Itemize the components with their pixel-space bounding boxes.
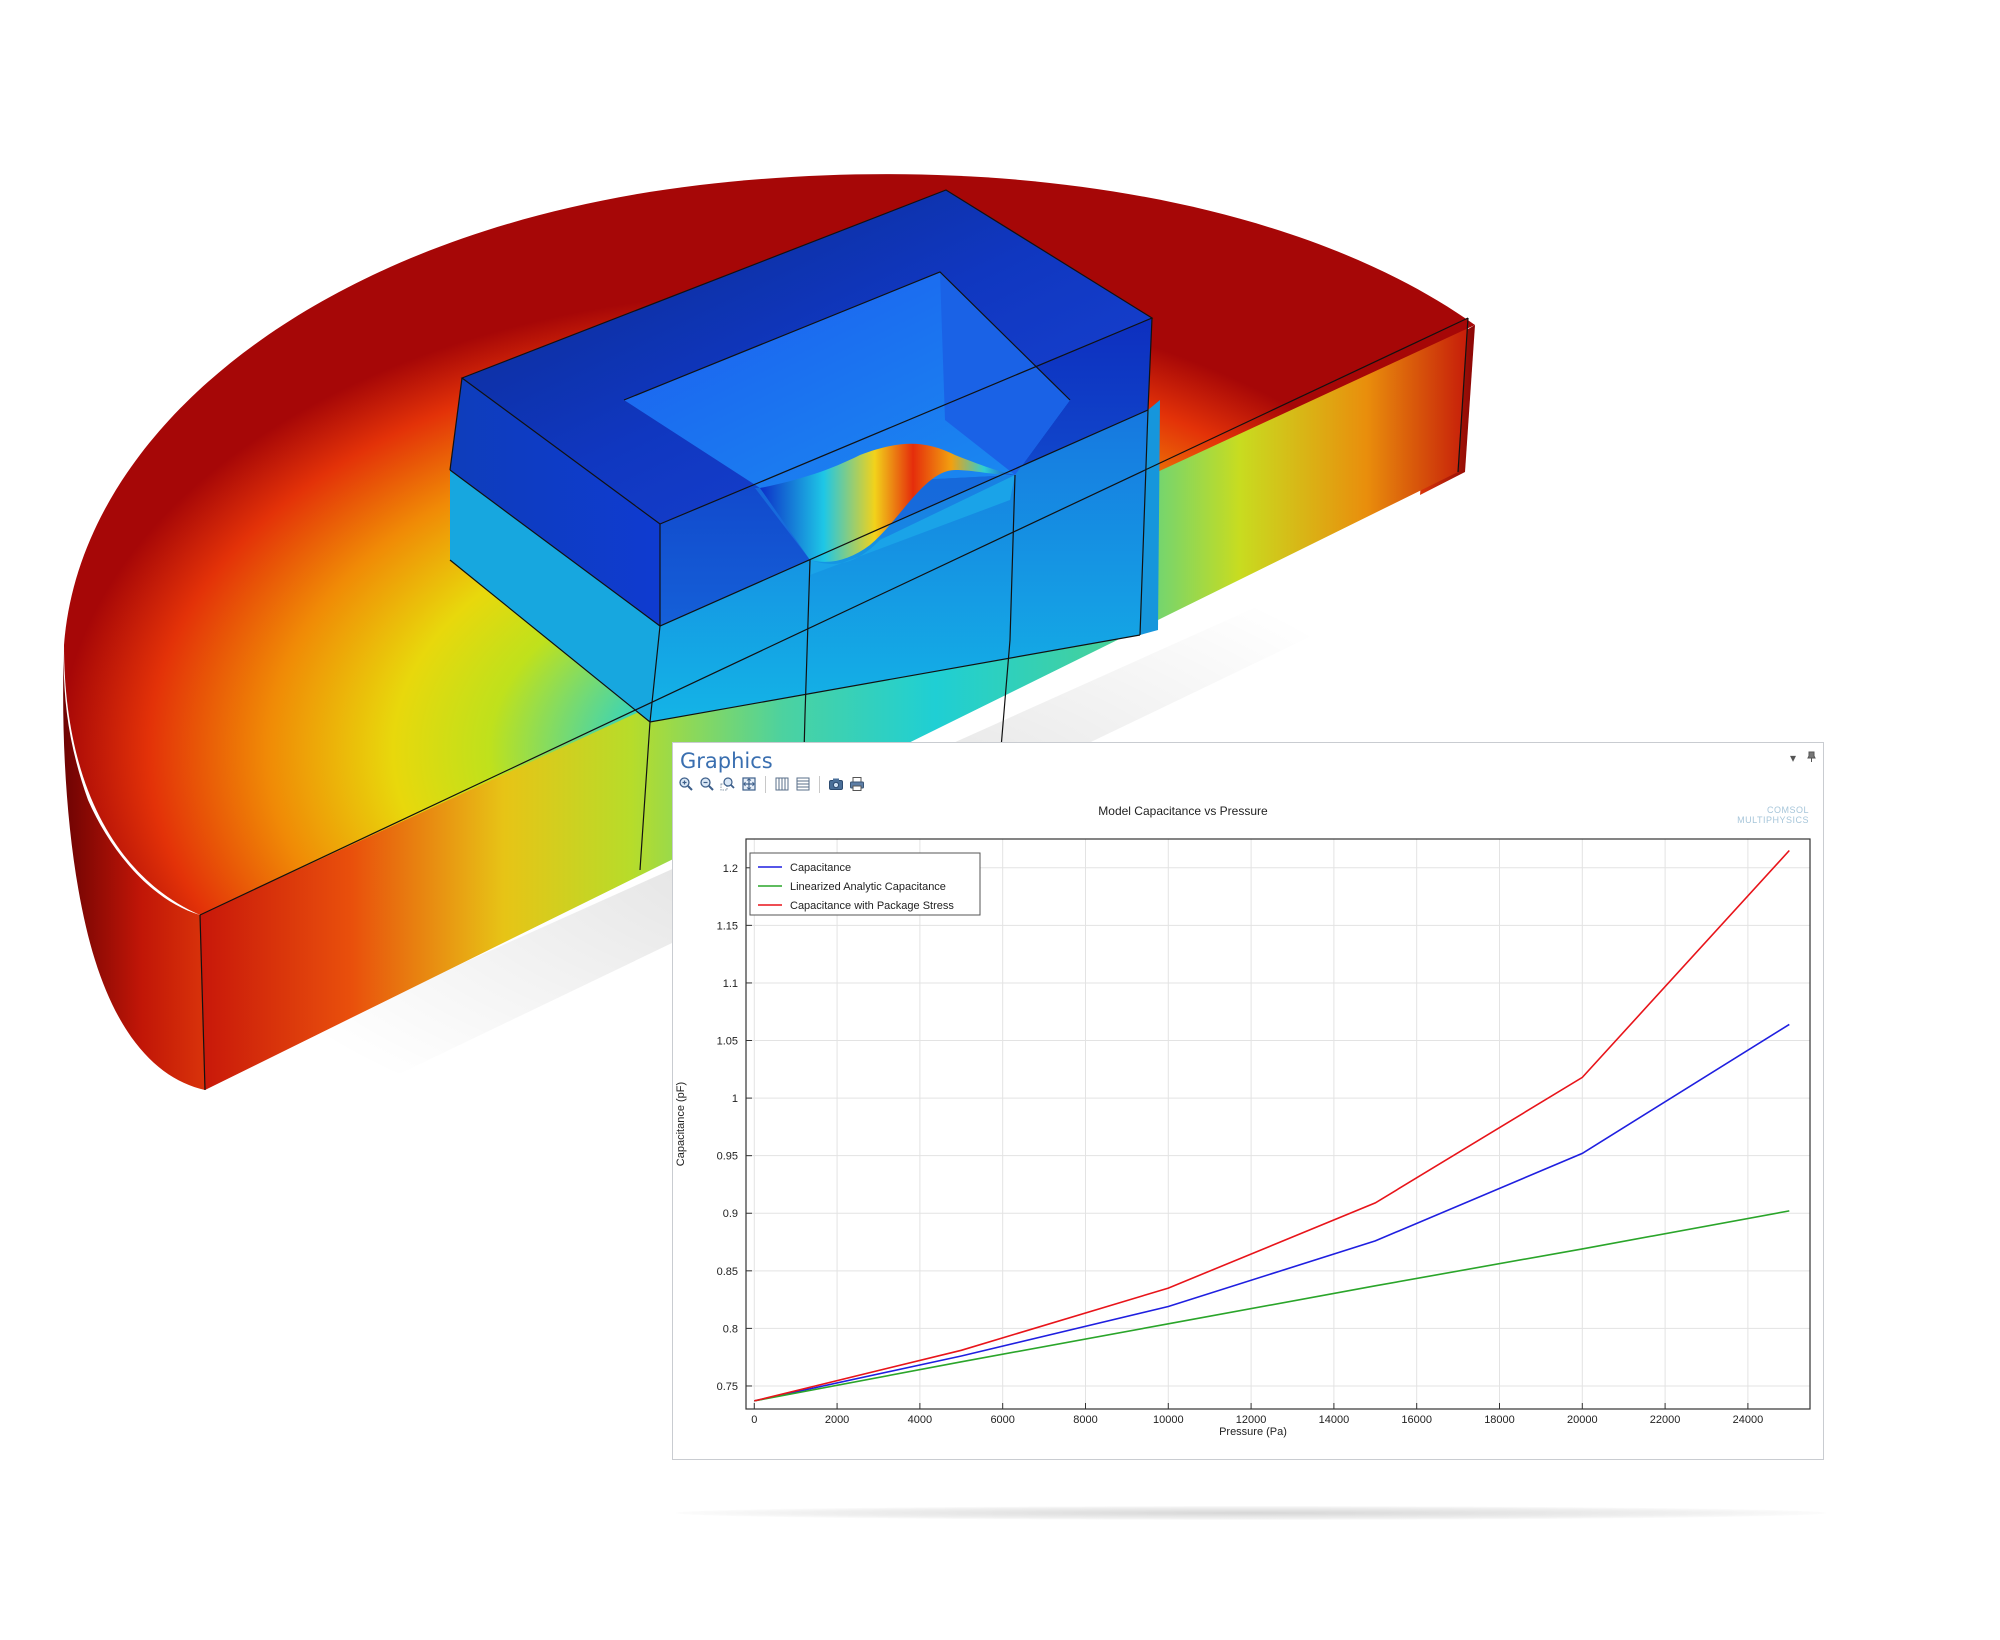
y-tick-label: 0.75 (717, 1381, 738, 1393)
capacitance-chart: Model Capacitance vs Pressure 0 2000 4000 60… (675, 804, 1811, 1438)
y-tick-label: 1 (732, 1093, 738, 1105)
x-tick-label: 0 (751, 1414, 757, 1426)
x-tick-label: 6000 (990, 1414, 1014, 1426)
panel-header: Graphics ▾ (673, 743, 1823, 799)
y-tick-label: 1.15 (717, 920, 738, 932)
toolbar-separator (819, 775, 820, 793)
print-icon[interactable] (848, 775, 866, 793)
x-tick-label: 22000 (1650, 1414, 1681, 1426)
plot-area[interactable]: COMSOL MULTIPHYSICS Model Capacitance vs… (673, 799, 1823, 1459)
x-tick-label: 12000 (1236, 1414, 1267, 1426)
y-tick-label: 1.1 (723, 978, 738, 990)
grid-columns-icon[interactable] (773, 775, 791, 793)
zoom-extents-icon[interactable] (740, 775, 758, 793)
series-line-1 (754, 1210, 1790, 1402)
y-tick-label: 0.9 (723, 1208, 738, 1220)
y-axis-label: Capacitance (pF) (675, 1082, 687, 1166)
x-tick-label: 10000 (1153, 1414, 1184, 1426)
graphics-panel: Graphics ▾ COMSOL MULTIPHYSICS Model Cap… (672, 742, 1824, 1460)
series-line-2 (754, 849, 1790, 1402)
legend-label-0: Capacitance (790, 862, 851, 874)
legend-label-2: Capacitance with Package Stress (790, 900, 954, 912)
toolbar-separator (765, 775, 766, 793)
panel-shadow (676, 1506, 1826, 1520)
pin-icon[interactable] (1807, 751, 1816, 766)
zoom-out-icon[interactable] (698, 775, 716, 793)
dropdown-icon[interactable]: ▾ (1790, 751, 1796, 765)
x-tick-label: 4000 (908, 1414, 932, 1426)
x-tick-label: 18000 (1484, 1414, 1515, 1426)
legend-label-1: Linearized Analytic Capacitance (790, 881, 946, 893)
y-tick-label: 1.05 (717, 1036, 738, 1048)
series-line-0 (754, 1023, 1790, 1402)
x-tick-label: 8000 (1073, 1414, 1097, 1426)
grid-rows-icon[interactable] (794, 775, 812, 793)
zoom-box-icon[interactable] (719, 775, 737, 793)
y-tick-label: 0.85 (717, 1266, 738, 1278)
y-tick-label: 1.2 (723, 863, 738, 875)
x-tick-label: 20000 (1567, 1414, 1598, 1426)
chart-title: Model Capacitance vs Pressure (1098, 804, 1268, 818)
x-tick-label: 2000 (825, 1414, 849, 1426)
x-tick-label: 24000 (1733, 1414, 1764, 1426)
panel-title: Graphics (680, 749, 773, 773)
y-tick-label: 0.95 (717, 1151, 738, 1163)
x-tick-label: 14000 (1319, 1414, 1350, 1426)
y-tick-label: 0.8 (723, 1323, 738, 1335)
graphics-toolbar (677, 774, 869, 794)
plot-frame (745, 838, 1811, 1410)
x-tick-label: 16000 (1401, 1414, 1432, 1426)
x-axis-label: Pressure (Pa) (1219, 1426, 1287, 1438)
camera-icon[interactable] (827, 775, 845, 793)
zoom-in-icon[interactable] (677, 775, 695, 793)
